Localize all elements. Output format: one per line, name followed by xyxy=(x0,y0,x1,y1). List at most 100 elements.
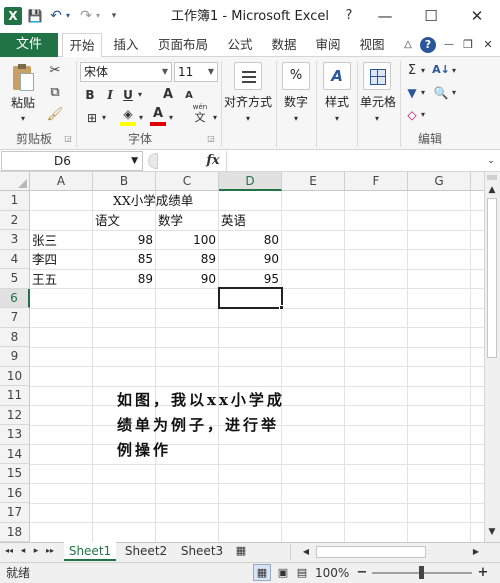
row-header[interactable]: 7 xyxy=(0,308,30,328)
new-sheet-icon[interactable]: ▦ xyxy=(233,542,249,560)
find-select-dropdown-icon[interactable]: ▾ xyxy=(450,84,458,102)
column-header[interactable]: A xyxy=(30,172,93,191)
row-header[interactable]: 1 xyxy=(0,191,30,211)
column-header[interactable]: C xyxy=(156,172,219,191)
cells-button[interactable]: 单元格 xyxy=(358,94,398,110)
header-cell-math[interactable]: 数学 xyxy=(158,211,218,230)
tab-view[interactable]: 视图 xyxy=(352,33,392,57)
zoom-in-icon[interactable]: + xyxy=(476,564,490,582)
clear-icon[interactable]: ◇ xyxy=(405,106,419,124)
column-header-selected[interactable]: D xyxy=(219,172,282,191)
cells-icon[interactable] xyxy=(363,62,391,90)
phonetic-guide-icon[interactable]: wén 文 xyxy=(190,103,210,124)
row-header[interactable]: 4 xyxy=(0,249,30,269)
underline-dropdown-icon[interactable]: ▾ xyxy=(135,86,145,104)
score-cell[interactable]: 85 xyxy=(93,250,156,269)
prev-sheet-icon[interactable]: ◂ xyxy=(17,542,29,560)
row-header[interactable]: 11 xyxy=(0,386,30,406)
clear-dropdown-icon[interactable]: ▾ xyxy=(419,106,427,124)
sheet-tab-sheet1[interactable]: Sheet1 xyxy=(64,542,116,561)
tab-insert[interactable]: 插入 xyxy=(106,33,146,57)
font-launcher-icon[interactable]: ◲ xyxy=(205,130,217,148)
score-cell[interactable]: 100 xyxy=(156,231,219,250)
copy-icon[interactable]: ⧉ xyxy=(46,84,64,102)
horizontal-scroll-thumb[interactable] xyxy=(316,546,426,558)
italic-button[interactable]: I xyxy=(102,86,118,104)
zoom-out-icon[interactable]: − xyxy=(355,564,369,582)
vertical-scroll-thumb[interactable] xyxy=(487,198,497,358)
tab-formulas[interactable]: 公式 xyxy=(220,33,260,57)
sheet-title-cell[interactable]: XX小学成绩单 xyxy=(113,191,253,210)
alignment-icon[interactable] xyxy=(234,62,262,90)
column-header[interactable]: B xyxy=(93,172,156,191)
close-icon[interactable]: ✕ xyxy=(454,2,500,30)
number-dropdown-icon[interactable]: ▾ xyxy=(289,110,303,128)
student-name-cell[interactable]: 张三 xyxy=(32,231,92,250)
tab-home[interactable]: 开始 xyxy=(62,33,102,58)
row-header[interactable]: 9 xyxy=(0,347,30,367)
workbook-restore-icon[interactable]: ❐ xyxy=(460,33,476,57)
paste-button[interactable]: 粘贴 xyxy=(8,95,38,111)
score-cell[interactable]: 98 xyxy=(93,231,156,250)
format-painter-icon[interactable]: 🖌 xyxy=(46,106,64,124)
styles-button[interactable]: 样式 xyxy=(320,94,354,110)
row-header[interactable]: 2 xyxy=(0,210,30,230)
tab-page-layout[interactable]: 页面布局 xyxy=(151,33,215,57)
row-header[interactable]: 10 xyxy=(0,366,30,386)
paste-dropdown-icon[interactable]: ▾ xyxy=(16,110,30,128)
sort-filter-icon[interactable]: A↓ xyxy=(432,61,450,79)
ribbon-help-icon[interactable]: ? xyxy=(420,37,436,53)
font-size-select[interactable]: 11 ▼ xyxy=(174,62,218,82)
borders-dropdown-icon[interactable]: ▾ xyxy=(100,109,108,127)
fill-color-dropdown-icon[interactable]: ▾ xyxy=(137,109,145,127)
scroll-down-icon[interactable]: ▼ xyxy=(485,523,499,541)
split-box[interactable] xyxy=(487,175,497,180)
underline-button[interactable]: U xyxy=(120,86,136,104)
score-cell[interactable]: 90 xyxy=(219,250,282,269)
row-header[interactable]: 5 xyxy=(0,269,30,289)
fill-handle[interactable] xyxy=(279,305,284,310)
row-header[interactable]: 16 xyxy=(0,483,30,503)
number-button[interactable]: 数字 xyxy=(280,94,312,110)
fill-color-icon[interactable]: ◈ xyxy=(120,106,136,126)
borders-icon[interactable]: ⊞ xyxy=(84,109,100,127)
name-box[interactable]: D6 ▼ xyxy=(1,151,143,171)
tab-review[interactable]: 审阅 xyxy=(308,33,348,57)
styles-dropdown-icon[interactable]: ▾ xyxy=(330,110,344,128)
cut-icon[interactable]: ✂ xyxy=(46,62,64,80)
bold-button[interactable]: B xyxy=(82,86,98,104)
score-cell[interactable]: 95 xyxy=(219,270,282,289)
row-header[interactable]: 18 xyxy=(0,522,30,542)
selected-cell-d6[interactable] xyxy=(218,287,283,309)
column-header[interactable]: E xyxy=(282,172,345,191)
select-all-button[interactable] xyxy=(0,172,30,191)
column-header[interactable]: F xyxy=(345,172,408,191)
row-header[interactable]: 3 xyxy=(0,230,30,250)
score-cell[interactable]: 80 xyxy=(219,231,282,250)
styles-icon[interactable]: A xyxy=(323,62,351,90)
fill-dropdown-icon[interactable]: ▾ xyxy=(419,84,427,102)
student-name-cell[interactable]: 李四 xyxy=(32,250,92,269)
font-name-select[interactable]: 宋体 ▼ xyxy=(80,62,172,82)
expand-formula-icon[interactable]: ⌄ xyxy=(484,152,498,170)
phonetic-dropdown-icon[interactable]: ▾ xyxy=(211,109,219,127)
clipboard-launcher-icon[interactable]: ◲ xyxy=(62,130,74,148)
font-color-icon[interactable]: A xyxy=(150,106,166,126)
scroll-left-icon[interactable]: ◀ xyxy=(300,543,312,561)
tab-file[interactable]: 文件 xyxy=(0,33,58,57)
row-header-selected[interactable]: 6 xyxy=(0,288,30,308)
tab-data[interactable]: 数据 xyxy=(264,33,304,57)
last-sheet-icon[interactable]: ▸▸ xyxy=(43,542,57,560)
ribbon-collapse-icon[interactable]: △ xyxy=(400,33,416,57)
student-name-cell[interactable]: 王五 xyxy=(32,270,92,289)
next-sheet-icon[interactable]: ▸ xyxy=(30,542,42,560)
scroll-up-icon[interactable]: ▲ xyxy=(485,181,499,199)
font-color-dropdown-icon[interactable]: ▾ xyxy=(167,109,175,127)
fx-icon[interactable]: fx xyxy=(202,151,224,171)
autosum-dropdown-icon[interactable]: ▾ xyxy=(419,62,427,80)
row-header[interactable]: 14 xyxy=(0,444,30,464)
help-window-icon[interactable]: ? xyxy=(336,2,362,30)
score-cell[interactable]: 89 xyxy=(156,250,219,269)
score-cell[interactable]: 89 xyxy=(93,270,156,289)
row-header[interactable]: 13 xyxy=(0,425,30,445)
